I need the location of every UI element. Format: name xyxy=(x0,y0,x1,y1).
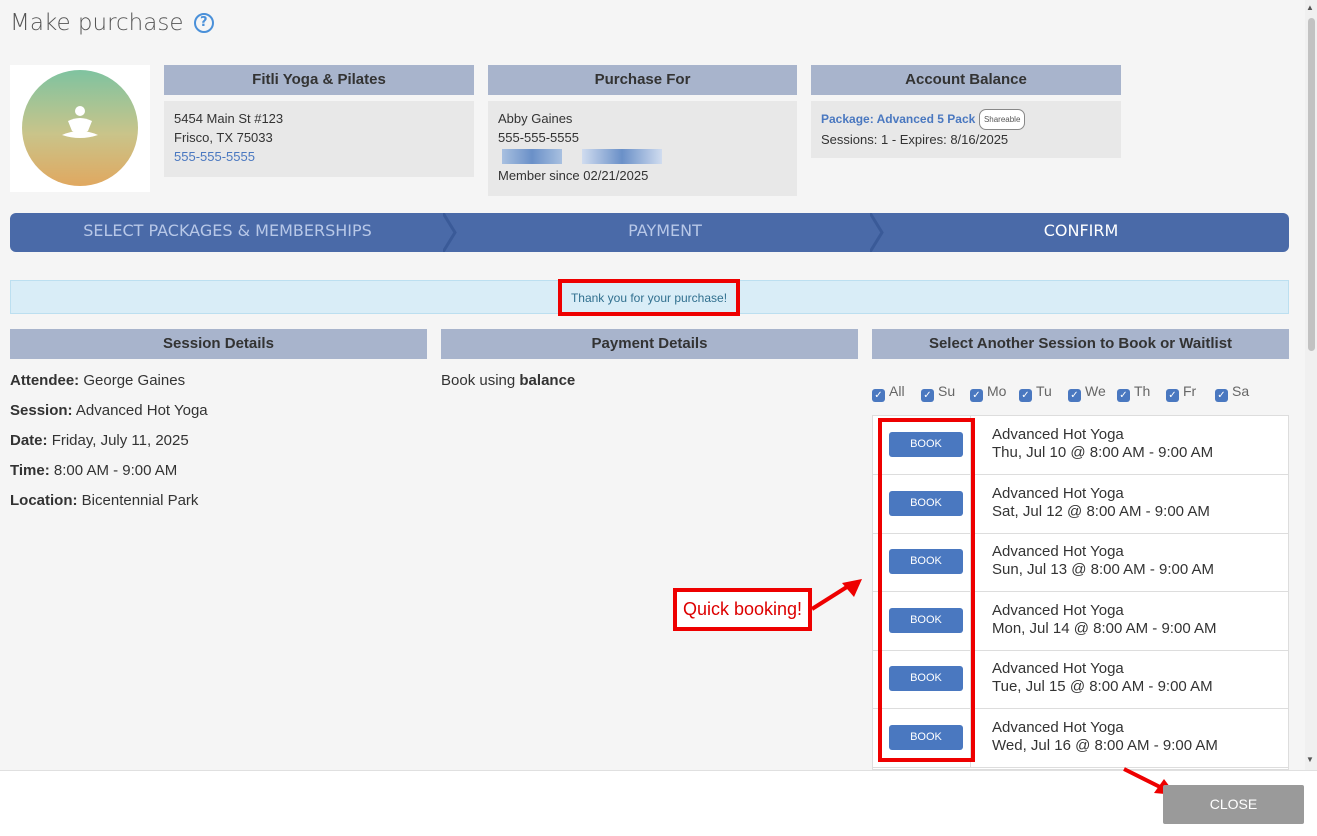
close-button[interactable]: CLOSE xyxy=(1163,785,1304,824)
step-select-packages: SELECT PACKAGES & MEMBERSHIPS xyxy=(83,221,372,240)
studio-phone-link[interactable]: 555-555-5555 xyxy=(174,147,464,166)
date-row: Date: Friday, July 11, 2025 xyxy=(10,432,189,449)
day-filter-we[interactable]: ✓ We xyxy=(1068,383,1106,402)
scrollbar-thumb[interactable] xyxy=(1308,18,1315,351)
step-confirm: CONFIRM xyxy=(1043,221,1119,240)
purchase-steps: SELECT PACKAGES & MEMBERSHIPS PAYMENT CO… xyxy=(10,213,1289,252)
session-row: Session: Advanced Hot Yoga xyxy=(10,402,208,419)
book-buttons-highlight xyxy=(878,418,975,762)
day-filter-su[interactable]: ✓ Su xyxy=(921,383,955,402)
shareable-badge: Shareable xyxy=(978,109,1026,130)
checkbox-icon: ✓ xyxy=(1117,389,1130,402)
day-filter-sa[interactable]: ✓ Sa xyxy=(1215,383,1249,402)
attendee-row: Attendee: George Gaines xyxy=(10,372,186,389)
checkbox-icon: ✓ xyxy=(1215,389,1228,402)
purchase-for-info: Abby Gaines 555-555-5555 Member since 02… xyxy=(488,101,797,196)
day-filter-th[interactable]: ✓ Th xyxy=(1117,383,1150,402)
day-filter-all[interactable]: ✓ All xyxy=(872,383,905,402)
checkbox-icon: ✓ xyxy=(1068,389,1081,402)
checkbox-icon: ✓ xyxy=(1019,389,1032,402)
step-payment: PAYMENT xyxy=(628,221,702,240)
redacted-email xyxy=(498,147,787,166)
page-title: Make purchase ? xyxy=(10,10,214,36)
quick-booking-callout: Quick booking! xyxy=(673,588,812,631)
account-balance-info: Package: Advanced 5 Pack Shareable Sessi… xyxy=(811,101,1121,158)
payment-details-header: Payment Details xyxy=(441,329,858,359)
payment-method: Book using balance xyxy=(441,372,576,389)
purchase-for-header: Purchase For xyxy=(488,65,797,95)
day-filter-mo[interactable]: ✓ Mo xyxy=(970,383,1006,402)
book-another-header: Select Another Session to Book or Waitli… xyxy=(872,329,1289,359)
scroll-up-icon[interactable]: ▲ xyxy=(1306,3,1314,12)
studio-address-line1: 5454 Main St #123 xyxy=(174,111,284,126)
checkbox-icon: ✓ xyxy=(970,389,983,402)
checkbox-icon: ✓ xyxy=(1166,389,1179,402)
session-details-header: Session Details xyxy=(10,329,427,359)
callout-arrow-icon xyxy=(810,579,862,611)
checkbox-icon: ✓ xyxy=(921,389,934,402)
day-filter-tu[interactable]: ✓ Tu xyxy=(1019,383,1052,402)
member-name: Abby Gaines xyxy=(498,111,573,126)
package-link[interactable]: Package: Advanced 5 Pack xyxy=(821,112,975,126)
session-details: Attendee: George Gaines Session: Advance… xyxy=(10,366,427,516)
success-message: Thank you for your purchase! xyxy=(558,279,740,316)
checkbox-icon: ✓ xyxy=(872,389,885,402)
sessions-expires: Sessions: 1 - Expires: 8/16/2025 xyxy=(821,132,1009,147)
member-since: Member since 02/21/2025 xyxy=(498,168,649,183)
account-balance-header: Account Balance xyxy=(811,65,1121,95)
day-filter-fr[interactable]: ✓ Fr xyxy=(1166,383,1196,402)
time-row: Time: 8:00 AM - 9:00 AM xyxy=(10,462,178,479)
studio-header: Fitli Yoga & Pilates xyxy=(164,65,474,95)
member-phone: 555-555-5555 xyxy=(498,130,579,145)
scroll-down-icon[interactable]: ▼ xyxy=(1306,755,1314,764)
studio-info: 5454 Main St #123 Frisco, TX 75033 555-5… xyxy=(164,101,474,177)
studio-address-line2: Frisco, TX 75033 xyxy=(174,130,273,145)
help-icon[interactable]: ? xyxy=(193,13,214,33)
location-row: Location: Bicentennial Park xyxy=(10,492,199,509)
studio-logo xyxy=(10,65,150,192)
